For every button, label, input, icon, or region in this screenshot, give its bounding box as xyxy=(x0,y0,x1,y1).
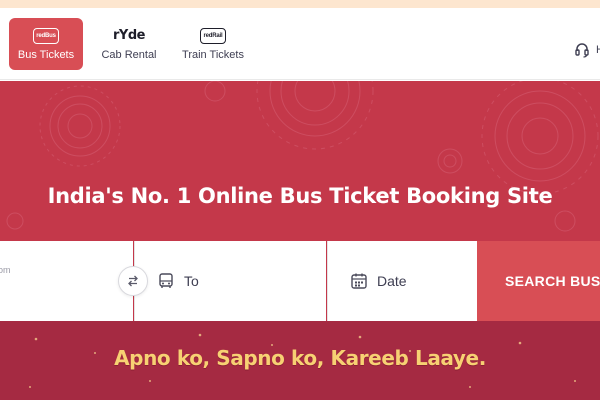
search-buses-button[interactable]: SEARCH BUSES xyxy=(477,241,600,321)
date-field[interactable]: Date xyxy=(327,241,477,321)
nav-item-label: Bus Tickets xyxy=(17,48,75,61)
bus-icon xyxy=(157,272,175,290)
swap-arrows-icon xyxy=(128,275,138,287)
nav-item-label: Cab Rental xyxy=(101,48,157,61)
nav-item-bus-tickets[interactable]: redBus Bus Tickets xyxy=(9,18,83,70)
promo-tagline: Apno ko, Sapno ko, Kareeb Laaye. xyxy=(114,346,486,370)
nav-item-train-tickets[interactable]: redRail Train Tickets xyxy=(176,18,250,70)
swap-route-button[interactable] xyxy=(118,266,148,296)
hero-banner: India's No. 1 Online Bus Ticket Booking … xyxy=(0,81,600,400)
help-label: H xyxy=(596,44,600,56)
to-field[interactable]: To xyxy=(134,241,326,321)
nav-item-label: Train Tickets xyxy=(182,48,244,61)
redrail-logo-icon: redRail xyxy=(200,27,226,44)
nav-item-cab-rental[interactable]: rYde Cab Rental xyxy=(96,18,162,70)
from-placeholder: om xyxy=(0,265,11,275)
to-placeholder: To xyxy=(184,273,199,289)
ryde-logo-icon: rYde xyxy=(113,27,145,43)
date-placeholder: Date xyxy=(377,273,407,289)
top-navbar: redBus Bus Tickets rYde Cab Rental redRa… xyxy=(0,8,600,80)
headset-icon xyxy=(575,43,589,58)
redbus-logo-icon: redBus xyxy=(33,27,59,44)
from-field[interactable]: om xyxy=(0,241,133,321)
bus-search-form: om To Date SEARCH BUS xyxy=(0,241,600,321)
calendar-icon xyxy=(350,272,368,290)
hero-title: India's No. 1 Online Bus Ticket Booking … xyxy=(47,184,553,208)
top-promo-strip xyxy=(0,0,600,8)
help-link[interactable]: H xyxy=(574,42,600,58)
